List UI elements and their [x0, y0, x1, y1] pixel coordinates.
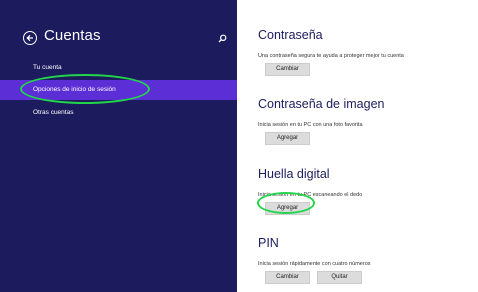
cambiar-contrasena-button[interactable]: Cambiar: [265, 63, 310, 76]
section-heading-contrasena: Contraseña: [258, 28, 323, 42]
sidebar-item-label: Tu cuenta: [33, 64, 62, 71]
sidebar-item-opciones-inicio-sesion[interactable]: Opciones de inicio de sesión: [0, 80, 237, 100]
agregar-huella-digital-button[interactable]: Agregar: [265, 202, 310, 215]
section-heading-huella-digital: Huella digital: [258, 167, 330, 181]
agregar-contrasena-imagen-button[interactable]: Agregar: [265, 132, 310, 145]
sidebar-item-tu-cuenta[interactable]: Tu cuenta: [0, 58, 237, 78]
section-heading-pin: PIN: [258, 236, 279, 250]
section-desc-contrasena: Una contraseña segura te ayuda a protege…: [258, 53, 404, 59]
search-icon[interactable]: [218, 34, 227, 43]
sidebar-item-otras-cuentas[interactable]: Otras cuentas: [0, 103, 237, 123]
section-heading-contrasena-imagen: Contraseña de imagen: [258, 97, 385, 111]
sidebar-item-label: Opciones de inicio de sesión: [33, 86, 116, 93]
settings-content: Contraseña Una contraseña segura te ayud…: [237, 0, 478, 292]
back-arrow-icon[interactable]: [23, 31, 37, 45]
section-desc-pin: Inicia sesión rápidamente con cuatro núm…: [258, 261, 371, 267]
quitar-pin-button[interactable]: Quitar: [317, 271, 362, 284]
sidebar-item-label: Otras cuentas: [33, 109, 74, 116]
cambiar-pin-button[interactable]: Cambiar: [265, 271, 310, 284]
page-title: Cuentas: [44, 27, 101, 44]
sidebar: Cuentas Tu cuenta Opciones de inicio de …: [0, 0, 237, 292]
section-desc-huella-digital: Inicia sesión en tu PC escaneando el ded…: [258, 192, 363, 198]
section-desc-contrasena-imagen: Inicia sesión en tu PC con una foto favo…: [258, 122, 363, 128]
